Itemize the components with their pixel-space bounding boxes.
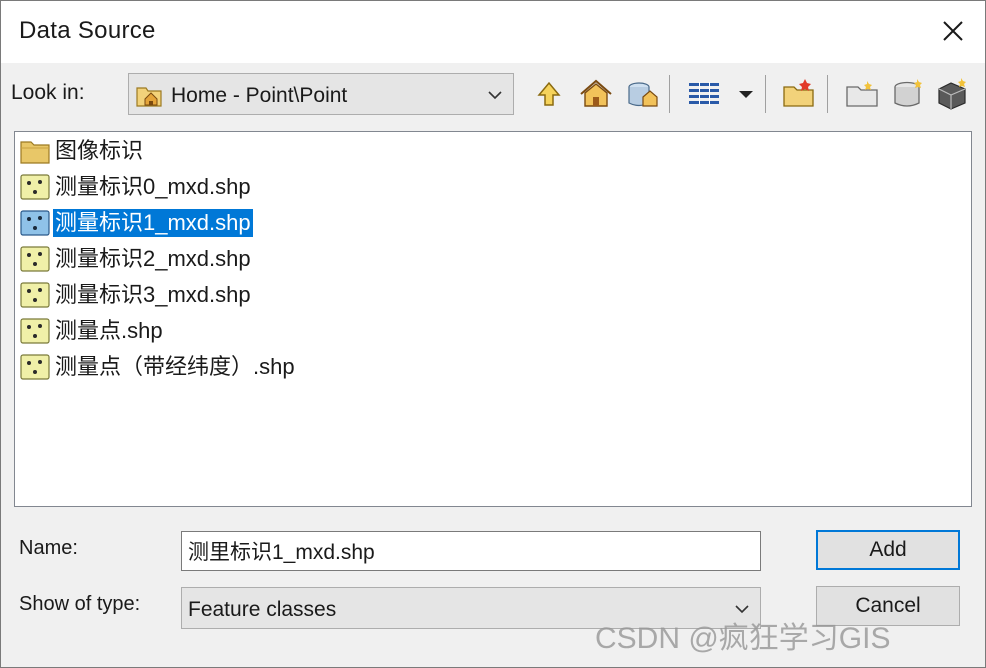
list-view-button[interactable] (685, 73, 723, 115)
new-file-geodatabase-button[interactable] (843, 73, 881, 115)
new-file-geodatabase-icon (846, 81, 878, 107)
file-name: 测量标识0_mxd.shp (55, 174, 251, 199)
new-folder-icon (783, 79, 814, 107)
title-bar: Data Source (1, 1, 985, 63)
show-of-type-label: Show of type: (19, 593, 141, 615)
look-in-label: Look in: (11, 81, 85, 104)
chevron-down-icon (488, 91, 502, 100)
file-list[interactable]: 图像标识 测量标识0_mxd.shp 测量标识1_mxd.shp 测量标识2_m… (14, 131, 972, 507)
file-name: 测量点（带经纬度）.shp (55, 354, 295, 379)
view-dropdown-icon (739, 91, 753, 98)
home-folder-icon (136, 87, 162, 107)
view-dropdown-button[interactable] (727, 73, 757, 115)
up-one-level-icon (537, 81, 561, 106)
new-database-icon (894, 79, 922, 107)
file-name: 图像标识 (55, 138, 144, 163)
file-name: 测量标识2_mxd.shp (55, 246, 251, 271)
list-view-icon (689, 82, 719, 106)
file-name: 测量标识3_mxd.shp (55, 282, 251, 307)
toolbar-separator (765, 75, 766, 113)
toolbar-separator (669, 75, 670, 113)
file-name: 测量点.shp (55, 318, 163, 343)
dialog-body: Look in: Home - Point\Point 图像标识 测量标识0_m… (1, 63, 985, 667)
toolbar-separator (827, 75, 828, 113)
cancel-button[interactable]: Cancel (816, 586, 960, 626)
add-button[interactable]: Add (816, 530, 960, 570)
home-button[interactable] (577, 73, 615, 115)
new-folder-button[interactable] (781, 73, 819, 115)
data-source-dialog: Data Source Look in: Home - Point\Point (0, 0, 986, 668)
look-in-value: Home - Point\Point (171, 84, 348, 107)
point-shapefile-icon (20, 174, 50, 200)
show-of-type-value: Feature classes (188, 598, 337, 621)
point-shapefile-icon (20, 246, 50, 272)
point-shapefile-icon (20, 210, 50, 236)
show-of-type-dropdown[interactable]: Feature classes (181, 587, 761, 629)
folder-icon (20, 141, 50, 164)
connect-folder-icon (628, 82, 658, 107)
close-button[interactable] (935, 13, 971, 49)
add-database-connection-button[interactable] (933, 73, 971, 115)
point-shapefile-icon (20, 282, 50, 308)
close-icon (943, 21, 963, 41)
chevron-down-icon (735, 605, 749, 614)
connect-folder-button[interactable] (623, 73, 661, 115)
file-name: 测量标识1_mxd.shp (52, 208, 254, 238)
name-label: Name: (19, 537, 78, 559)
name-input[interactable] (181, 531, 761, 571)
new-database-button[interactable] (889, 73, 927, 115)
point-shapefile-icon (20, 318, 50, 344)
point-shapefile-icon (20, 354, 50, 380)
dialog-title: Data Source (19, 17, 156, 44)
home-icon (580, 79, 612, 107)
up-one-level-button[interactable] (531, 73, 569, 115)
add-database-connection-icon (938, 78, 966, 110)
look-in-dropdown[interactable]: Home - Point\Point (128, 73, 514, 115)
